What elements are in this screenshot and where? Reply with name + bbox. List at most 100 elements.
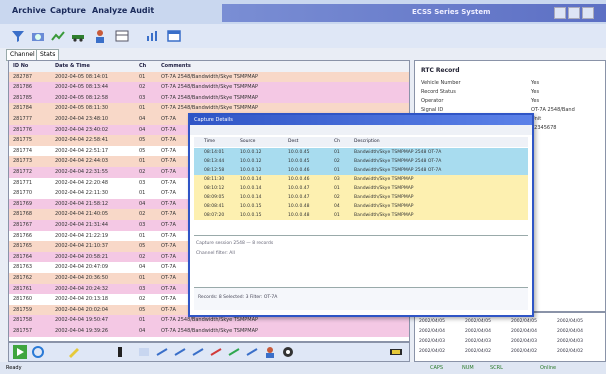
dialog-row[interactable]: 08:09:05 10.0.0.14 10.0.0.47 02 Bandwidth/Sk…	[194, 193, 528, 202]
cell-ch: 01	[139, 275, 146, 281]
note-icon[interactable]	[137, 345, 151, 359]
cell-time: 2002-04-04 20:47:09	[55, 264, 109, 271]
dialog-cell-time: 08:11:30	[204, 177, 225, 182]
dcol-dest[interactable]: Dest	[288, 137, 298, 147]
dialog-cell-desc: Bandwidth/Skye TSMPMAP 2548 OT-7A	[354, 159, 442, 164]
link-icon[interactable]	[245, 345, 259, 359]
cell-comment: OT-7A	[161, 232, 176, 239]
car-icon[interactable]	[70, 28, 86, 44]
status-text: Ready	[6, 365, 22, 371]
cell-id: 281767	[13, 222, 33, 228]
cell-comment: OT-7A	[161, 200, 176, 207]
mark-icon[interactable]	[209, 345, 223, 359]
window-icon[interactable]	[166, 28, 182, 44]
dialog-row[interactable]: 08:11:30 10.0.0.14 10.0.0.46 03 Bandwidth/Sk…	[194, 175, 528, 184]
cell-ch: 03	[139, 94, 146, 101]
cell-id: 281776	[13, 126, 33, 133]
cell-id: 281761	[13, 285, 33, 292]
close-button[interactable]	[582, 7, 594, 19]
menu-archive[interactable]: Archive	[12, 6, 46, 15]
col-id[interactable]: ID No	[13, 61, 28, 72]
dcol-desc[interactable]: Description	[354, 137, 380, 147]
dcol-time[interactable]: Time	[204, 137, 215, 147]
cell-id: 281777	[13, 116, 33, 122]
capture-dialog: Capture Details Time Source Dest Ch Desc…	[188, 113, 534, 317]
clip-icon[interactable]	[113, 345, 127, 359]
cell-comment: OT-7A	[161, 243, 176, 250]
dialog-titlebar[interactable]: Capture Details	[190, 115, 532, 125]
minimize-button[interactable]	[554, 7, 566, 19]
cell-comment: OT-7A	[161, 147, 176, 154]
dialog-row[interactable]: 08:07:20 10.0.0.15 10.0.0.48 01 Bandwidth/Sk…	[194, 211, 528, 220]
play-icon[interactable]	[13, 345, 27, 359]
col-time[interactable]: Date & Time	[55, 61, 90, 72]
dialog-columns: Time Source Dest Ch Description	[194, 137, 528, 147]
chart-icon[interactable]	[144, 28, 160, 44]
dialog-title: Capture Details	[194, 117, 233, 123]
highlight-icon[interactable]	[227, 345, 241, 359]
cell-time: 2002-04-04 21:31:44	[55, 222, 109, 228]
link-icon[interactable]	[173, 345, 187, 359]
person-icon[interactable]	[263, 345, 277, 359]
capture-icon[interactable]	[30, 28, 46, 44]
dialog-cell-ch: 02	[334, 195, 340, 200]
cell-ch: 02	[139, 169, 146, 175]
menu-audit[interactable]: Audit	[130, 6, 154, 15]
list-item[interactable]: 281785 2002-04-05 08:12:58 03 OT-7A 2548/Ba…	[9, 92, 409, 104]
person-icon[interactable]	[92, 28, 108, 44]
list-item[interactable]: 282787 2002-04-05 08:14:01 01 OT-7A 2548/Ba…	[9, 71, 409, 83]
cell-ch: 01	[139, 190, 146, 197]
link-icon[interactable]	[191, 345, 205, 359]
summary-cell: 2002/04/04	[511, 329, 537, 334]
cell-id: 281786	[13, 84, 33, 91]
cell-comment: OT-7A	[161, 137, 176, 144]
dialog-cell-ch: 01	[334, 168, 340, 173]
refresh-icon[interactable]	[31, 345, 45, 359]
summary-cell: 2002/04/02	[557, 349, 583, 354]
export-icon[interactable]	[389, 345, 403, 359]
cell-comment: OT-7A 2548/Bandwidth/Skye TSMPMAP	[161, 73, 259, 80]
link-icon[interactable]	[155, 345, 169, 359]
cell-id: 281771	[13, 179, 33, 186]
cell-id: 281763	[13, 264, 33, 271]
dialog-cell-src: 10.0.0.12	[240, 168, 262, 173]
cell-comment: OT-7A	[161, 296, 176, 303]
cell-ch: 05	[139, 147, 146, 154]
cell-comment: OT-7A	[161, 158, 176, 165]
status-num: NUM	[462, 365, 474, 371]
dialog-row[interactable]: 08:10:12 10.0.0.14 10.0.0.47 01 Bandwidth/Sk…	[194, 184, 528, 193]
menu-analyze[interactable]: Analyze	[92, 6, 127, 15]
table-icon[interactable]	[114, 28, 130, 44]
dcol-source[interactable]: Source	[240, 137, 255, 147]
col-comments[interactable]: Comments	[161, 61, 191, 72]
dialog-row[interactable]: 08:12:58 10.0.0.12 10.0.0.46 01 Bandwidth/Sk…	[194, 166, 528, 175]
dialog-cell-src: 10.0.0.12	[240, 159, 262, 164]
pen-icon[interactable]	[67, 345, 81, 359]
status-caps: CAPS	[430, 365, 444, 371]
list-item[interactable]: 281786 2002-04-05 08:13:44 02 OT-7A 2548/Ba…	[9, 82, 409, 93]
dcol-ch[interactable]: Ch	[334, 137, 340, 147]
dialog-row[interactable]: 08:08:41 10.0.0.15 10.0.0.48 04 Bandwidth/Sk…	[194, 202, 528, 211]
detail-key: Operator	[421, 98, 444, 104]
summary-cell: 2002/04/03	[419, 339, 445, 344]
dialog-cell-src: 10.0.0.14	[240, 186, 262, 191]
col-ch[interactable]: Ch	[139, 61, 146, 72]
maximize-button[interactable]	[568, 7, 580, 19]
list-item[interactable]: 281757 2002-04-04 19:39:26 04 OT-7A 2548/Ba…	[9, 326, 409, 337]
cell-id: 281757	[13, 328, 33, 334]
dialog-row[interactable]: 08:13:44 10.0.0.12 10.0.0.45 02 Bandwidth/Sk…	[194, 157, 528, 166]
dialog-info-1: Capture session 2548 — 8 records	[196, 241, 274, 246]
dialog-footer-text: Records: 8 Selected: 3 Filter: OT-7A	[198, 295, 278, 300]
analyze-icon[interactable]	[50, 28, 66, 44]
summary-cell: 2002/04/03	[557, 339, 583, 344]
cell-ch: 01	[139, 158, 146, 165]
gear-icon[interactable]	[281, 345, 295, 359]
cell-time: 2002-04-04 20:36:50	[55, 275, 109, 281]
detail-value: Yes	[531, 89, 540, 95]
summary-cell: 2002/04/03	[511, 339, 537, 344]
menu-capture[interactable]: Capture	[50, 6, 86, 15]
dialog-row[interactable]: 08:14:01 10.0.0.12 10.0.0.45 01 Bandwidth/Sk…	[194, 148, 528, 157]
cell-id: 281772	[13, 169, 33, 175]
filter-icon[interactable]	[10, 28, 26, 44]
dialog-cell-dst: 10.0.0.48	[288, 204, 310, 209]
